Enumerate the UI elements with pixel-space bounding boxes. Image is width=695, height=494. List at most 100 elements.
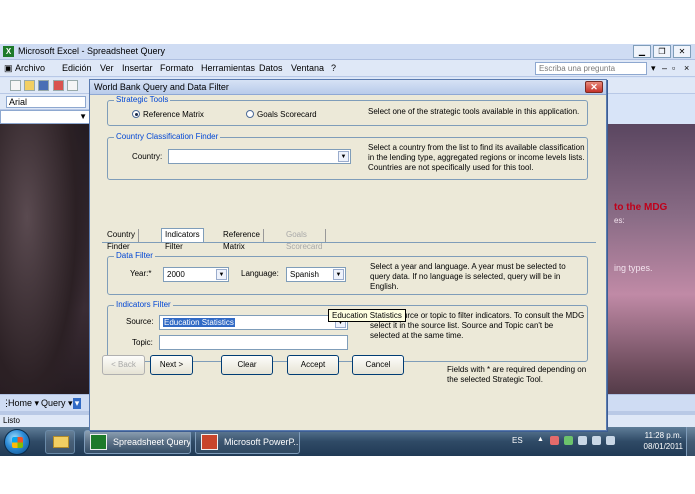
- required-fields-note: Fields with * are required depending on …: [447, 365, 587, 384]
- excel-icon: [90, 434, 107, 450]
- taskbar-task-excel[interactable]: Spreadsheet Query: [84, 430, 191, 454]
- group-legend: Data Filter: [114, 251, 155, 260]
- menu-ver[interactable]: Ver: [100, 63, 114, 73]
- radio-goals-scorecard[interactable]: Goals Scorecard: [246, 110, 317, 119]
- radio-selected-icon: [132, 110, 140, 118]
- accept-button[interactable]: Accept: [287, 355, 339, 375]
- language-combo[interactable]: Spanish ▼: [286, 267, 346, 282]
- source-label: Source:: [126, 317, 154, 326]
- volume-icon[interactable]: [606, 436, 615, 445]
- task-label: Spreadsheet Query: [113, 437, 191, 447]
- explorer-pinned[interactable]: [45, 430, 75, 454]
- tray-expand-icon[interactable]: ▲: [537, 436, 546, 445]
- show-desktop-button[interactable]: [686, 427, 695, 456]
- powerpoint-icon: [201, 434, 218, 450]
- topic-label: Topic:: [132, 338, 153, 347]
- new-icon[interactable]: [10, 80, 21, 91]
- clock-date: 08/01/2011: [643, 442, 683, 451]
- tab-indicators-filter[interactable]: Indicators Filter: [161, 228, 204, 251]
- doc-minimize-icon[interactable]: –: [662, 63, 667, 73]
- strategic-tools-group: Strategic Tools Reference Matrix Goals S…: [107, 95, 588, 126]
- ask-dropdown-icon[interactable]: ▾: [651, 63, 656, 74]
- network-icon[interactable]: [592, 436, 601, 445]
- tab-reference-matrix[interactable]: Reference Matrix: [220, 229, 264, 251]
- menu-help[interactable]: ?: [331, 63, 336, 73]
- chevron-down-icon[interactable]: ▼: [333, 269, 344, 280]
- clock[interactable]: 11:28 p.m. 08/01/2011: [644, 430, 683, 452]
- radio-label: Goals Scorecard: [257, 110, 317, 119]
- windows-logo-icon: [12, 437, 23, 448]
- tab-country-finder[interactable]: Country Finder: [104, 229, 140, 251]
- tree-silhouette-right: [605, 124, 695, 434]
- permission-icon[interactable]: [53, 80, 64, 91]
- name-box[interactable]: ▼: [0, 110, 90, 124]
- font-name-box[interactable]: Arial: [6, 96, 86, 108]
- home-menu-label: Home: [8, 398, 33, 408]
- back-button: < Back: [102, 355, 145, 375]
- menu-herramientas[interactable]: Herramientas: [201, 63, 255, 73]
- close-icon[interactable]: ✕: [673, 45, 691, 58]
- chevron-down-icon[interactable]: ▼: [216, 269, 227, 280]
- tab-goals-scorecard: Goals Scorecard: [283, 229, 327, 251]
- mdg-heading-text: to the MDG: [614, 202, 668, 213]
- dialog-title: World Bank Query and Data Filter: [94, 82, 229, 92]
- formatting-toolbar: Arial: [0, 94, 90, 110]
- query-menu-label: Query: [41, 398, 66, 408]
- minimize-icon[interactable]: ▁: [633, 45, 651, 58]
- menu-edicion[interactable]: Edición: [62, 63, 92, 73]
- taskbar-task-powerpoint[interactable]: Microsoft PowerP...: [195, 430, 300, 454]
- battery-icon[interactable]: [578, 436, 587, 445]
- start-button[interactable]: [4, 429, 30, 455]
- radio-unselected-icon: [246, 110, 254, 118]
- clear-button[interactable]: Clear: [221, 355, 273, 375]
- help-text: Select a year and language. A year must …: [370, 262, 566, 291]
- source-value: Education Statistics: [163, 318, 235, 327]
- source-combo[interactable]: Education Statistics ▼: [159, 315, 348, 330]
- open-icon[interactable]: [24, 80, 35, 91]
- windows-taskbar: Spreadsheet Query Microsoft PowerP... ES…: [0, 427, 695, 456]
- year-value: 2000: [167, 270, 185, 279]
- group-legend: Country Classification Finder: [114, 132, 221, 141]
- help-text: Select a country from the list to find i…: [368, 143, 585, 172]
- group-legend: Indicators Filter: [114, 300, 173, 309]
- print-icon[interactable]: [67, 80, 78, 91]
- doc-restore-icon[interactable]: ▫: [672, 63, 675, 73]
- restore-icon[interactable]: ❐: [653, 45, 671, 58]
- radio-label: Reference Matrix: [143, 110, 204, 119]
- menu-bar: ▣ Archivo Edición Ver Insertar Formato H…: [0, 60, 695, 77]
- window-controls: ▁ ❐ ✕: [633, 45, 691, 58]
- mdg-subtext: es:: [614, 216, 625, 225]
- menu-formato[interactable]: Formato: [160, 63, 194, 73]
- menu-datos[interactable]: Datos: [259, 63, 283, 73]
- workbook-icon[interactable]: ▣: [4, 63, 13, 74]
- chevron-down-icon[interactable]: ▼: [79, 112, 87, 121]
- year-combo[interactable]: 2000 ▼: [163, 267, 229, 282]
- language-indicator[interactable]: ES: [512, 436, 523, 445]
- group-legend: Strategic Tools: [114, 95, 171, 104]
- next-button[interactable]: Next >: [150, 355, 193, 375]
- chevron-down-icon[interactable]: ▼: [338, 151, 349, 162]
- radio-reference-matrix[interactable]: Reference Matrix: [132, 110, 204, 119]
- home-menu[interactable]: Home ▾: [8, 398, 39, 409]
- menu-ventana[interactable]: Ventana: [291, 63, 324, 73]
- year-label: Year:*: [130, 269, 152, 278]
- tray-app-icon[interactable]: [550, 436, 559, 445]
- save-icon[interactable]: [38, 80, 49, 91]
- help-text: Select one of the strategic tools availa…: [368, 107, 580, 116]
- tree-silhouette-left: [0, 124, 90, 434]
- query-dialog: World Bank Query and Data Filter ✕ Strat…: [89, 79, 607, 431]
- topic-combo[interactable]: [159, 335, 348, 350]
- cancel-button[interactable]: Cancel: [352, 355, 404, 375]
- ask-question-input[interactable]: Escriba una pregunta: [535, 62, 647, 75]
- query-menu[interactable]: Query ▾: [41, 398, 73, 409]
- menu-insertar[interactable]: Insertar: [122, 63, 153, 73]
- toolbar-options-icon[interactable]: ▾: [73, 398, 81, 409]
- security-icon[interactable]: [564, 436, 573, 445]
- mdg-subtext-2: ing types.: [614, 263, 653, 273]
- menu-archivo[interactable]: Archivo: [15, 63, 45, 73]
- doc-close-icon[interactable]: ×: [684, 63, 689, 73]
- data-filter-group: Data Filter Year:* 2000 ▼ Language: Span…: [107, 251, 588, 295]
- country-combo[interactable]: ▼: [168, 149, 351, 164]
- close-icon[interactable]: ✕: [585, 81, 603, 93]
- folder-icon: [53, 436, 69, 448]
